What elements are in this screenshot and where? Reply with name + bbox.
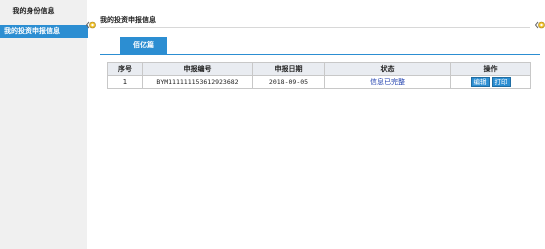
print-button[interactable]: 打印 (491, 77, 511, 87)
column-header-actions: 操作 (450, 62, 531, 76)
page-title: 我的投资申报信息 (100, 16, 156, 24)
table-row: 1 BYM111111153612923682 2018-09-05 信息已完整… (107, 75, 531, 89)
column-header-date: 申报日期 (252, 62, 325, 76)
edit-button[interactable]: 编辑 (470, 77, 490, 87)
declarations-table: 序号 申报编号 申报日期 状态 操作 1 BYM1111111536129236… (107, 62, 531, 89)
collapse-panel-icon[interactable] (535, 20, 545, 30)
sidebar-item-my-investment-declarations[interactable]: 我的投资申报信息 (0, 25, 88, 38)
tab-divider (100, 54, 540, 55)
sidebar: 我的身份信息 我的投资申报信息 (0, 0, 88, 249)
table-header-row: 序号 申报编号 申报日期 状态 操作 (107, 62, 531, 76)
sidebar-item-my-identity[interactable]: 我的身份信息 (0, 5, 77, 18)
cell-declaration-date: 2018-09-05 (252, 75, 325, 89)
column-header-index: 序号 (107, 62, 143, 76)
status-link[interactable]: 信息已完整 (370, 78, 405, 86)
cell-index: 1 (107, 75, 143, 89)
collapse-sidebar-icon[interactable] (86, 20, 96, 30)
column-header-status: 状态 (324, 62, 451, 76)
title-divider (100, 27, 530, 28)
column-header-code: 申报编号 (142, 62, 253, 76)
cell-declaration-code: BYM111111153612923682 (142, 75, 253, 89)
cell-actions: 编辑 打印 (450, 75, 531, 89)
main-content: 我的投资申报信息 佰亿篇 序号 申报编号 申报日期 状态 操作 1 BYM111… (97, 0, 545, 249)
cell-status: 信息已完整 (324, 75, 451, 89)
tab-baiyi[interactable]: 佰亿篇 (120, 37, 167, 54)
